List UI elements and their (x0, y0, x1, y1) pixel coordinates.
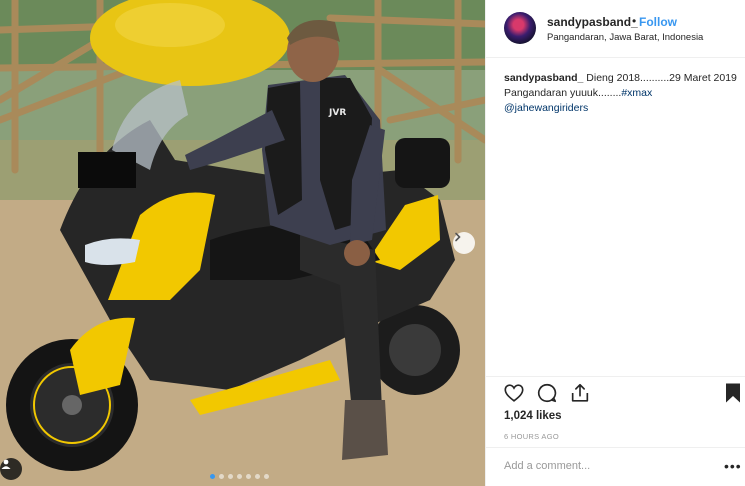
carousel-dot (264, 474, 269, 479)
add-comment-bar: ••• (486, 447, 745, 486)
share-icon (571, 383, 589, 402)
caption-mention[interactable]: @jahewangiriders (504, 102, 588, 114)
carousel-indicator (210, 474, 269, 479)
carousel-dot (246, 474, 251, 479)
carousel-dot (228, 474, 233, 479)
likes-count[interactable]: 1,024 likes (504, 410, 562, 422)
post-username[interactable]: sandypasband_ (547, 15, 638, 29)
caption-username[interactable]: sandypasband_ (504, 72, 583, 84)
carousel-dot (237, 474, 242, 479)
carousel-dot (219, 474, 224, 479)
user-tag-icon (1, 459, 11, 469)
post-header: sandypasband_ • Follow Pangandaran, Jawa… (486, 0, 745, 58)
carousel-dot (255, 474, 260, 479)
comment-icon (537, 383, 557, 403)
post-location[interactable]: Pangandaran, Jawa Barat, Indonesia (547, 32, 703, 43)
header-separator: • (632, 14, 637, 28)
comment-button[interactable] (536, 382, 558, 404)
svg-text:JVR: JVR (328, 108, 346, 118)
follow-button[interactable]: Follow (639, 15, 677, 29)
save-button[interactable] (724, 382, 745, 404)
post-timestamp[interactable]: 6 HOURS AGO (504, 432, 559, 441)
avatar[interactable] (504, 12, 536, 44)
carousel-dot (210, 474, 215, 479)
bookmark-icon (726, 383, 740, 403)
carousel-next-button[interactable] (453, 232, 475, 254)
heart-icon (504, 384, 524, 402)
censored-plate (78, 152, 136, 188)
caption-hashtag[interactable]: #xmax (621, 87, 652, 99)
user-tag-button[interactable] (0, 458, 22, 480)
more-options-button[interactable]: ••• (724, 458, 742, 474)
share-button[interactable] (569, 382, 591, 404)
comment-input[interactable] (504, 460, 704, 472)
post-caption: sandypasband_ Dieng 2018..........29 Mar… (504, 71, 742, 116)
chevron-right-icon (455, 232, 461, 242)
post-actions: 1,024 likes 6 HOURS AGO ••• (486, 376, 745, 486)
like-button[interactable] (503, 382, 525, 404)
photo-scene: JVR (0, 0, 485, 486)
post-side-panel: sandypasband_ • Follow Pangandaran, Jawa… (485, 0, 745, 486)
post-photo[interactable]: JVR (0, 0, 485, 486)
